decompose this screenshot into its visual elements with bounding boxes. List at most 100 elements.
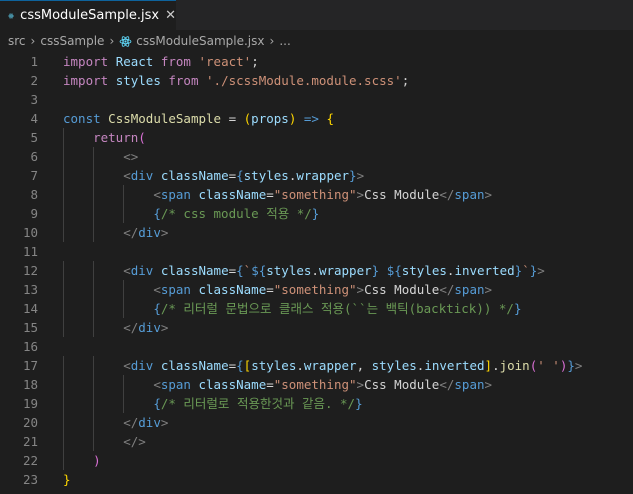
indent-guide [93, 318, 95, 337]
code-text: {/* css module 적용 */} [38, 204, 319, 223]
code-token: > [484, 282, 493, 297]
code-line[interactable]: 16 [0, 337, 633, 356]
breadcrumb-item-file[interactable]: cssModuleSample.jsx [136, 34, 264, 48]
line-number: 17 [22, 358, 38, 373]
code-token: div [130, 263, 154, 278]
code-token: < [123, 168, 131, 183]
code-line[interactable]: 23} [0, 470, 633, 489]
code-token: div [130, 168, 154, 183]
code-editor[interactable]: 1 import React from 'react'; 2 import style… [0, 52, 633, 494]
code-token: span [454, 282, 485, 297]
code-token: from [168, 73, 199, 88]
code-text: </div> [38, 318, 168, 337]
code-line[interactable]: 8 <span className="something">Css Module… [0, 185, 633, 204]
code-line[interactable]: 19 {/* 리터럴로 적용한것과 같음. */} [0, 394, 633, 413]
code-token: div [138, 320, 161, 335]
code-token: inverted [424, 358, 485, 373]
code-token: </ [123, 320, 139, 335]
code-text: <span className="something">Css Module</… [38, 280, 492, 299]
code-text: import React from 'react'; [38, 52, 259, 71]
code-token: const [63, 111, 101, 126]
code-token: < [153, 282, 161, 297]
code-token: { [236, 168, 244, 183]
code-token: } [355, 396, 363, 411]
code-token: > [160, 225, 169, 240]
code-token: styles [401, 263, 447, 278]
code-token: inverted [454, 263, 515, 278]
code-token: import [63, 73, 109, 88]
code-line[interactable]: 11 [0, 242, 633, 261]
indent-guide [123, 299, 125, 318]
breadcrumb-item-more[interactable]: ... [279, 34, 290, 48]
code-line[interactable]: 9 {/* css module 적용 */} [0, 204, 633, 223]
code-token: span [454, 377, 485, 392]
code-line[interactable]: 17 <div className={[styles.wrapper, styl… [0, 356, 633, 375]
code-line[interactable]: 13 <span className="something">Css Modul… [0, 280, 633, 299]
code-token: = [228, 168, 237, 183]
code-token: Css Module [364, 377, 440, 392]
code-text: return( [38, 128, 146, 147]
code-line[interactable]: 4 const CssModuleSample = (props) => { [0, 109, 633, 128]
code-token: ${ [386, 263, 402, 278]
code-token: </ [439, 377, 455, 392]
code-token: span [160, 282, 191, 297]
code-line[interactable]: 6 <> [0, 147, 633, 166]
code-line[interactable]: 2 import styles from './scssModule.module… [0, 71, 633, 90]
line-number: 4 [30, 111, 38, 126]
code-token: { [236, 358, 244, 373]
line-number: 10 [22, 225, 38, 240]
code-token: { [153, 396, 161, 411]
breadcrumb-item-src[interactable]: src [8, 34, 26, 48]
code-token: /* css module 적용 */ [160, 206, 312, 221]
breadcrumb-item-cssSample[interactable]: cssSample [40, 34, 104, 48]
line-number: 19 [22, 396, 38, 411]
code-line[interactable]: 10 </div> [0, 223, 633, 242]
code-line[interactable]: 1 import React from 'react'; [0, 52, 633, 71]
code-line[interactable]: 18 <span className="something">Css Modul… [0, 375, 633, 394]
code-text: <span className="something">Css Module</… [38, 185, 492, 204]
editor-tab[interactable]: cssModuleSample.jsx ✕ [0, 0, 176, 30]
code-line[interactable]: 15 </div> [0, 318, 633, 337]
code-token: > [574, 358, 583, 373]
code-token: span [160, 187, 191, 202]
code-token: . [296, 358, 304, 373]
code-line[interactable]: 5 return( [0, 128, 633, 147]
indent-guide [63, 356, 64, 375]
code-token: "something" [273, 282, 357, 297]
code-text: <span className="something">Css Module</… [38, 375, 492, 394]
code-token: join [499, 358, 530, 373]
line-number: 23 [22, 472, 38, 487]
indent-guide [93, 261, 95, 280]
chevron-right-icon: › [109, 34, 115, 48]
indent-guide [93, 280, 95, 299]
line-number: 7 [30, 168, 38, 183]
code-line[interactable]: 12 <div className={`${styles.wrapper} ${… [0, 261, 633, 280]
code-token: styles [251, 358, 297, 373]
code-text: import styles from './scssModule.module.… [38, 71, 409, 90]
indent-guide [63, 261, 64, 280]
code-line[interactable]: 7 <div className={styles.wrapper}> [0, 166, 633, 185]
close-icon[interactable]: ✕ [165, 8, 176, 23]
code-line[interactable]: 3 [0, 90, 633, 109]
chevron-right-icon: › [30, 34, 36, 48]
code-token: styles [243, 168, 289, 183]
code-token: className [198, 187, 267, 202]
code-line[interactable]: 22 ) [0, 451, 633, 470]
code-token: = [221, 111, 244, 126]
code-token: ( [138, 130, 146, 145]
line-number: 8 [30, 187, 38, 202]
code-line[interactable]: 14 {/* 리터럴 문법으로 클래스 적용(``는 백틱(backtick))… [0, 299, 633, 318]
code-line[interactable]: 20 </div> [0, 413, 633, 432]
code-line[interactable]: 21 </> [0, 432, 633, 451]
code-token: { [326, 111, 334, 126]
indent-guide [63, 451, 64, 470]
line-number: 21 [22, 434, 38, 449]
